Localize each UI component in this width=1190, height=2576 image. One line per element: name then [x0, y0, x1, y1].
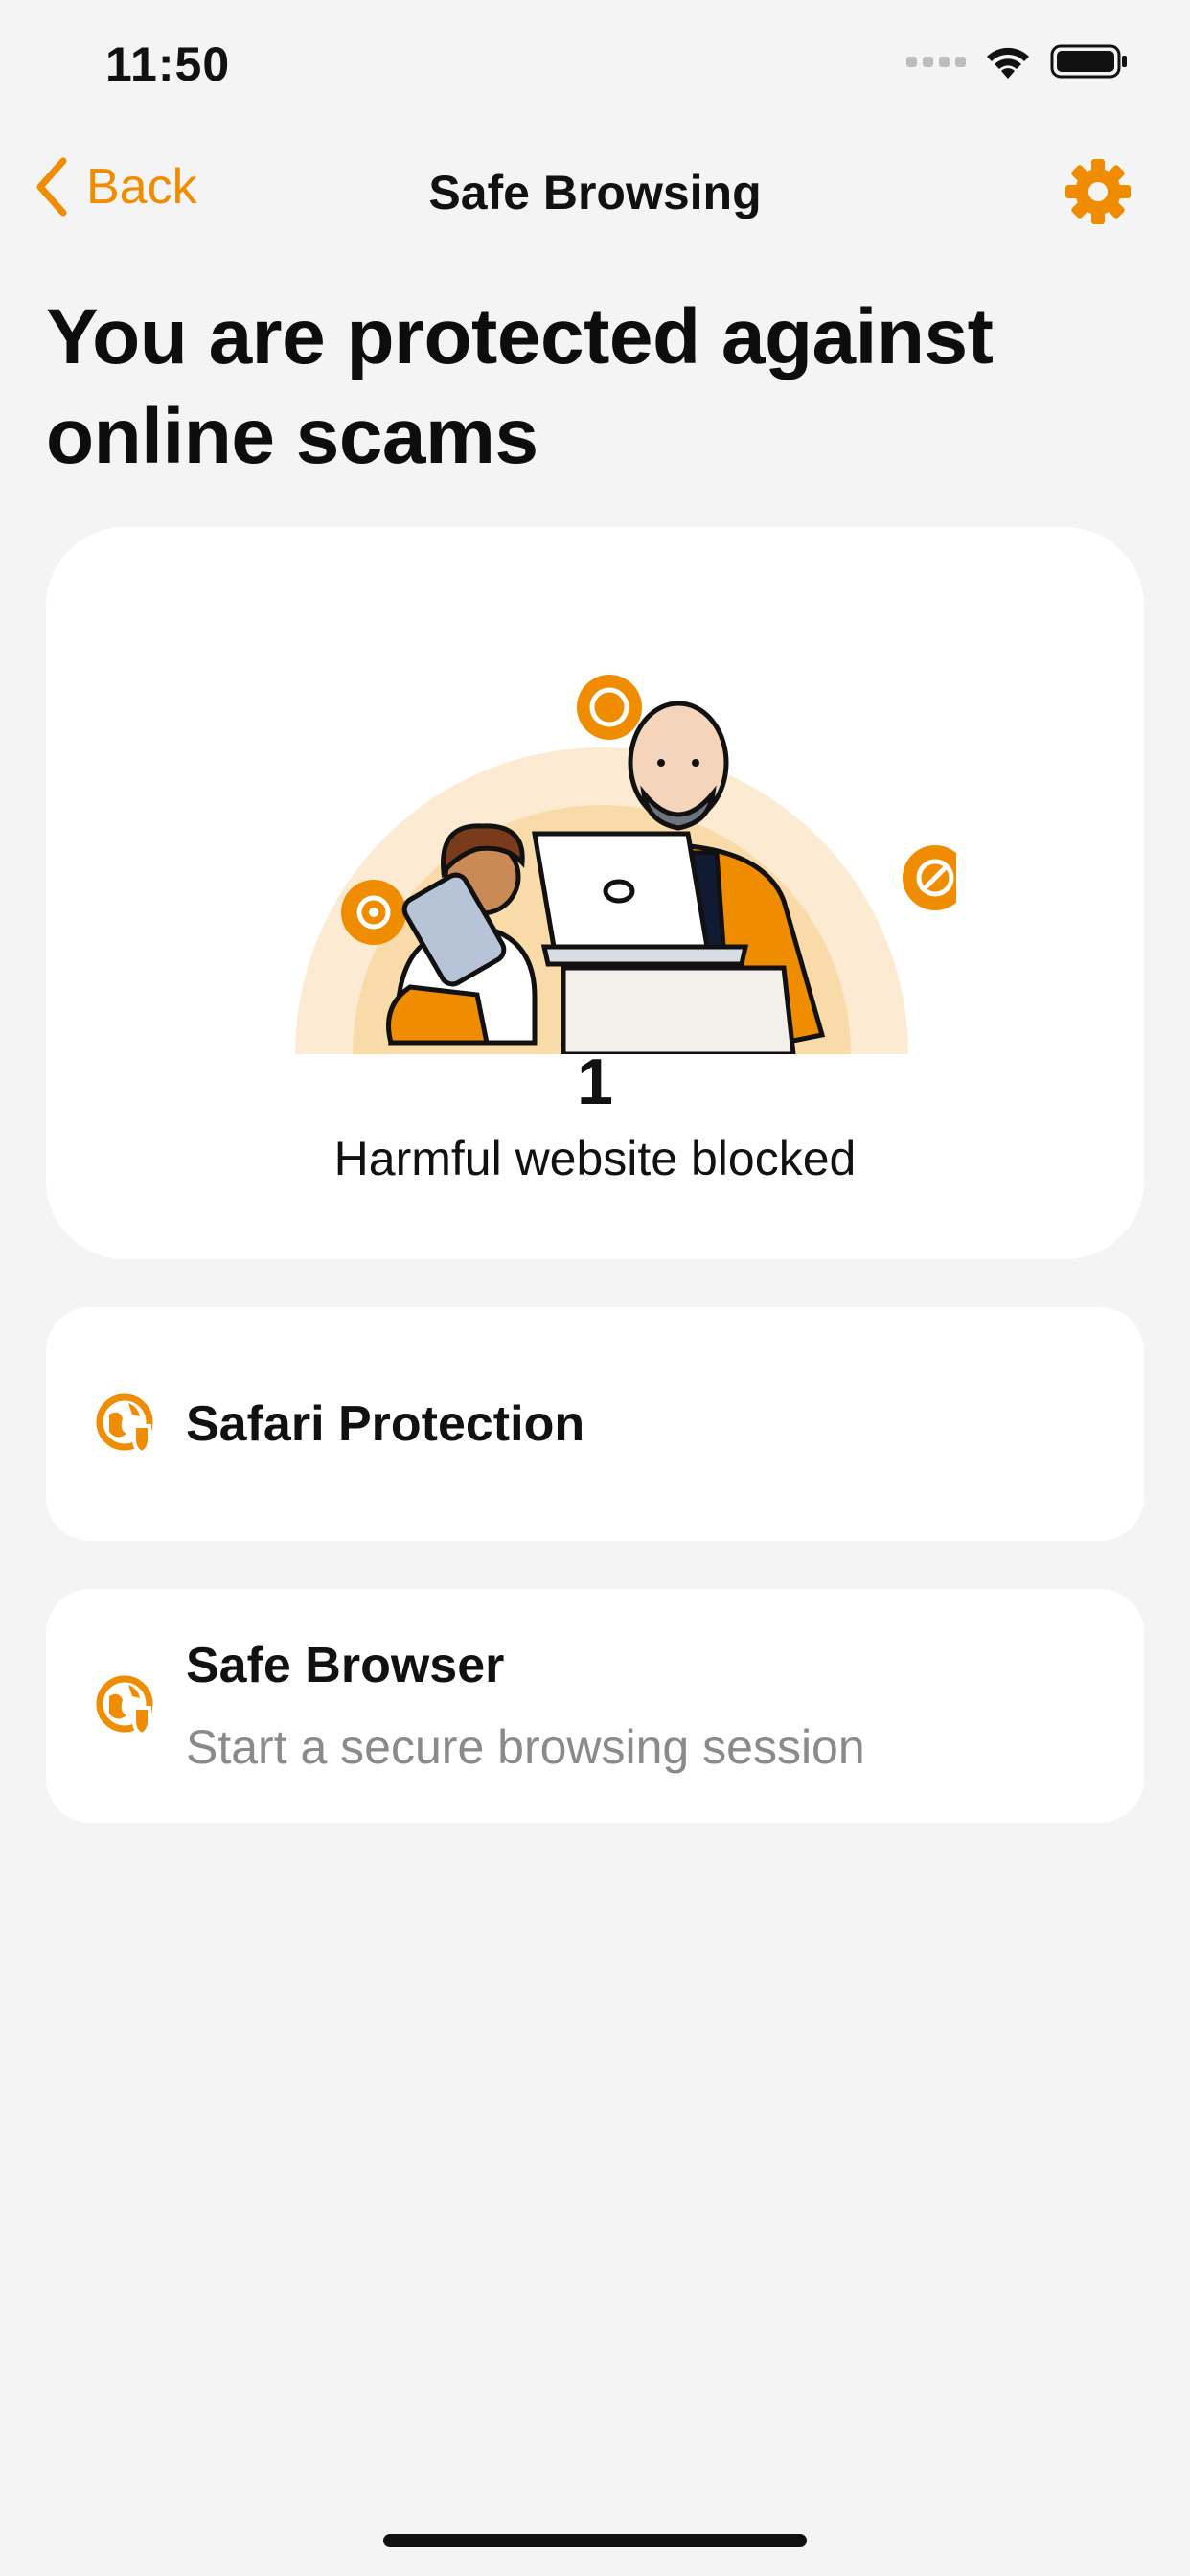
safari-protection-title: Safari Protection	[186, 1396, 585, 1452]
safe-browser-subtitle: Start a secure browsing session	[186, 1720, 865, 1774]
protection-summary-card: 1 Harmful website blocked	[46, 527, 1144, 1259]
block-badge-icon	[903, 845, 956, 910]
wifi-icon	[987, 47, 1029, 79]
status-time: 11:50	[105, 37, 231, 91]
status-icons	[906, 42, 1129, 80]
blocked-count: 1	[577, 1046, 613, 1118]
globe-shield-icon	[96, 1675, 153, 1736]
globe-shield-icon	[96, 1393, 153, 1455]
home-indicator[interactable]	[383, 2534, 807, 2547]
family-laptop-illustration	[295, 675, 956, 1054]
cellular-signal-icon	[906, 56, 966, 67]
globe-badge-icon	[577, 675, 642, 740]
safe-browser-title: Safe Browser	[186, 1638, 505, 1693]
heading-line-1: You are protected against	[46, 293, 994, 380]
gear-badge-icon	[341, 880, 406, 945]
battery-icon	[1050, 44, 1127, 79]
navigation-bar: Back Safe Browsing	[0, 144, 1190, 236]
page-heading: You are protected against online scams	[46, 288, 1138, 487]
blocked-label: Harmful website blocked	[333, 1132, 857, 1185]
safari-protection-card[interactable]: Safari Protection	[46, 1307, 1144, 1541]
heading-line-2: online scams	[46, 393, 538, 480]
nav-title: Safe Browsing	[428, 166, 762, 219]
settings-button[interactable]	[1064, 157, 1133, 226]
status-bar: 11:50	[0, 0, 1190, 134]
gear-icon	[1065, 159, 1131, 224]
safe-browser-card[interactable]: Safe Browser Start a secure browsing ses…	[46, 1589, 1144, 1823]
